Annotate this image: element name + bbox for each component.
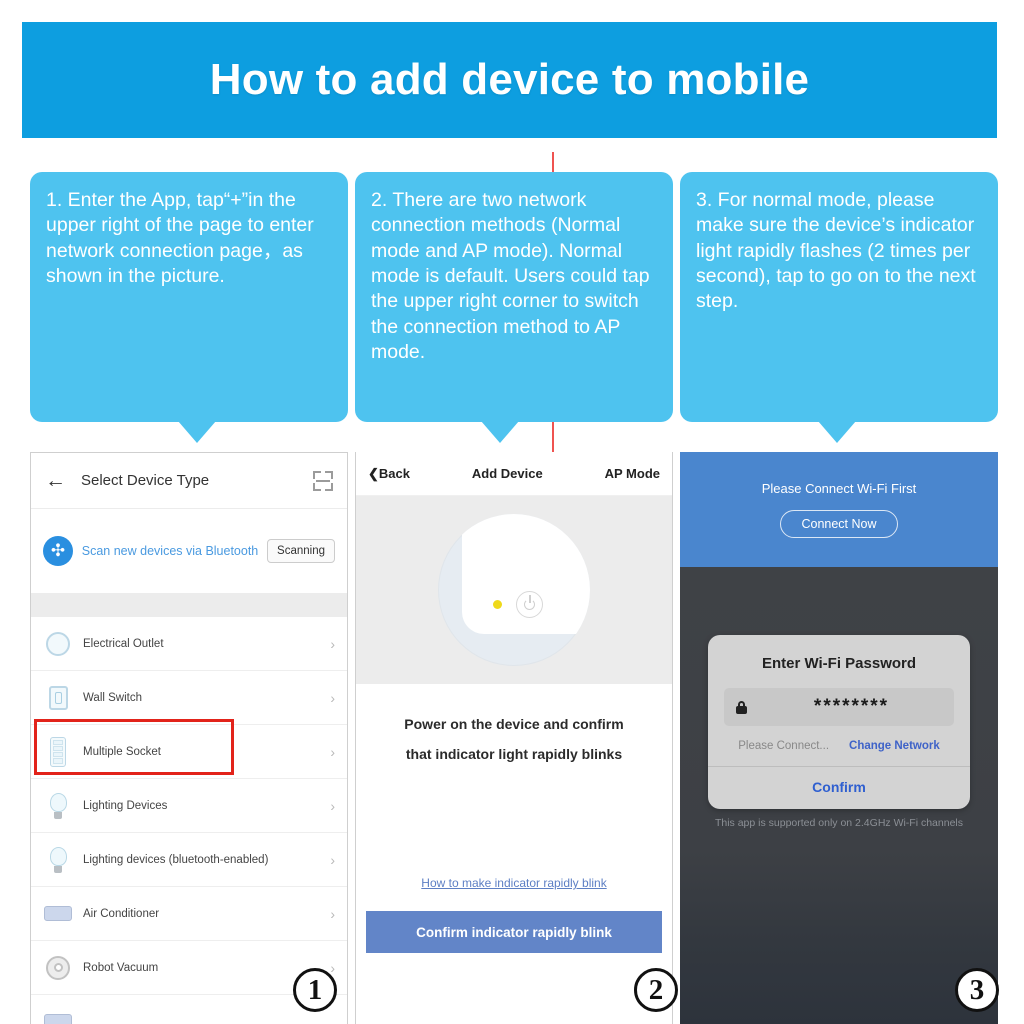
wifi-password-dialog: Enter Wi-Fi Password ******** Please Con… xyxy=(708,635,970,809)
callout-step-3: 3. For normal mode, please make sure the… xyxy=(680,172,998,443)
chevron-right-icon: › xyxy=(330,635,335,652)
light-bulb-icon xyxy=(43,845,73,875)
device-row-wall-switch[interactable]: Wall Switch › xyxy=(31,671,347,725)
multiple-socket-icon xyxy=(43,736,73,767)
step-badge-2: 2 xyxy=(634,968,678,1012)
callout-tail xyxy=(178,421,216,443)
callout-step-3-text: 3. For normal mode, please make sure the… xyxy=(696,189,976,313)
device-row-multiple-socket[interactable]: Multiple Socket › xyxy=(31,725,347,779)
air-conditioner-icon xyxy=(43,899,73,929)
device-row-air-conditioner[interactable]: Air Conditioner › xyxy=(31,887,347,941)
device-label: Air Conditioner xyxy=(83,907,160,920)
confirm-indicator-blink-button[interactable]: Confirm indicator rapidly blink xyxy=(366,911,662,953)
device-row-electrical-outlet[interactable]: Electrical Outlet › xyxy=(31,617,347,671)
section-divider xyxy=(31,593,347,617)
power-button-icon xyxy=(516,591,543,618)
callout-step-2-text: 2. There are two network connection meth… xyxy=(371,189,650,364)
callout-step-1: 1. Enter the App, tap“+”in the upper rig… xyxy=(30,172,348,443)
device-label: Lighting Devices xyxy=(83,799,168,812)
connect-wifi-banner: Please Connect Wi-Fi First Connect Now xyxy=(680,452,998,567)
wifi-footer-note: This app is supported only on 2.4GHz Wi-… xyxy=(714,817,964,829)
chevron-right-icon: › xyxy=(330,689,335,706)
air-conditioner-icon xyxy=(43,1007,73,1024)
device-label: Multiple Socket xyxy=(83,745,161,758)
connect-now-button[interactable]: Connect Now xyxy=(780,510,898,538)
chevron-left-icon: ❮ xyxy=(368,465,379,481)
device-label: Wall Switch xyxy=(83,691,142,704)
connect-wifi-title: Please Connect Wi-Fi First xyxy=(761,481,917,496)
device-label: Electrical Outlet xyxy=(83,637,164,650)
robot-vacuum-icon xyxy=(43,953,73,983)
panel1-title: Select Device Type xyxy=(81,472,210,489)
dialog-network-row: Please Connect... Change Network xyxy=(708,726,970,766)
chevron-right-icon: › xyxy=(330,797,335,814)
device-row-lighting-devices-bluetooth[interactable]: Lighting devices (bluetooth-enabled) › xyxy=(31,833,347,887)
back-label: Back xyxy=(378,465,410,481)
screenshot-panel-wifi-password: Please Connect Wi-Fi First Connect Now E… xyxy=(680,452,998,1024)
device-illustration-area xyxy=(356,496,672,684)
callout-step-2: 2. There are two network connection meth… xyxy=(355,172,673,443)
scanning-status-chip[interactable]: Scanning xyxy=(267,539,335,563)
chevron-right-icon: › xyxy=(330,959,335,976)
back-button[interactable]: ❮Back xyxy=(368,466,410,482)
screenshot-panel-add-device: ❮Back Add Device AP Mode Power on the de… xyxy=(355,452,673,1024)
ap-mode-button[interactable]: AP Mode xyxy=(605,466,660,481)
page-banner: How to add device to mobile xyxy=(22,22,997,138)
device-label: Robot Vacuum xyxy=(83,961,159,974)
back-arrow-icon[interactable]: ← xyxy=(45,469,75,493)
light-bulb-icon xyxy=(43,791,73,821)
device-label: Lighting devices (bluetooth-enabled) xyxy=(83,853,269,866)
dialog-confirm-button[interactable]: Confirm xyxy=(708,766,970,809)
screenshot-panel-select-device-type: ← Select Device Type ✣ Scan new devices … xyxy=(30,452,348,1024)
chevron-right-icon: › xyxy=(330,905,335,922)
bluetooth-scan-row[interactable]: ✣ Scan new devices via Bluetooth Scannin… xyxy=(31,509,347,593)
electrical-outlet-icon xyxy=(43,629,73,659)
step-badge-3: 3 xyxy=(955,968,999,1012)
network-hint-label: Please Connect... xyxy=(738,740,830,752)
page-title: How to add device to mobile xyxy=(209,55,810,104)
instruction-line-2: that indicator light rapidly blinks xyxy=(405,746,623,762)
chevron-right-icon: › xyxy=(330,743,335,760)
panel1-header: ← Select Device Type xyxy=(31,453,347,509)
page-root: How to add device to mobile 1. Enter the… xyxy=(0,0,1024,1024)
device-row-lighting-devices[interactable]: Lighting Devices › xyxy=(31,779,347,833)
callout-step-1-text: 1. Enter the App, tap“+”in the upper rig… xyxy=(46,189,314,288)
password-masked-value: ******** xyxy=(813,696,890,717)
change-network-link[interactable]: Change Network xyxy=(849,740,940,752)
callout-tail xyxy=(481,421,519,443)
lock-icon xyxy=(736,700,747,714)
password-input-field[interactable]: ******** xyxy=(724,688,954,726)
bluetooth-scan-label: Scan new devices via Bluetooth xyxy=(81,543,259,558)
scan-frame-icon[interactable] xyxy=(313,470,333,491)
indicator-led xyxy=(493,600,502,609)
help-link-indicator-blink[interactable]: How to make indicator rapidly blink xyxy=(356,876,672,890)
guide-line-top xyxy=(552,152,554,174)
panel2-title: Add Device xyxy=(471,466,543,481)
wall-switch-icon xyxy=(43,683,73,713)
chevron-right-icon: › xyxy=(330,851,335,868)
dialog-title: Enter Wi-Fi Password xyxy=(761,655,917,672)
wifi-dark-background: Enter Wi-Fi Password ******** Please Con… xyxy=(680,567,998,1024)
panel2-header: ❮Back Add Device AP Mode xyxy=(356,452,672,496)
smart-plug-illustration xyxy=(438,514,590,666)
callout-tail xyxy=(818,421,856,443)
bluetooth-icon: ✣ xyxy=(43,536,73,566)
step-badge-1: 1 xyxy=(293,968,337,1012)
instruction-line-1: Power on the device and confirm xyxy=(404,716,624,732)
